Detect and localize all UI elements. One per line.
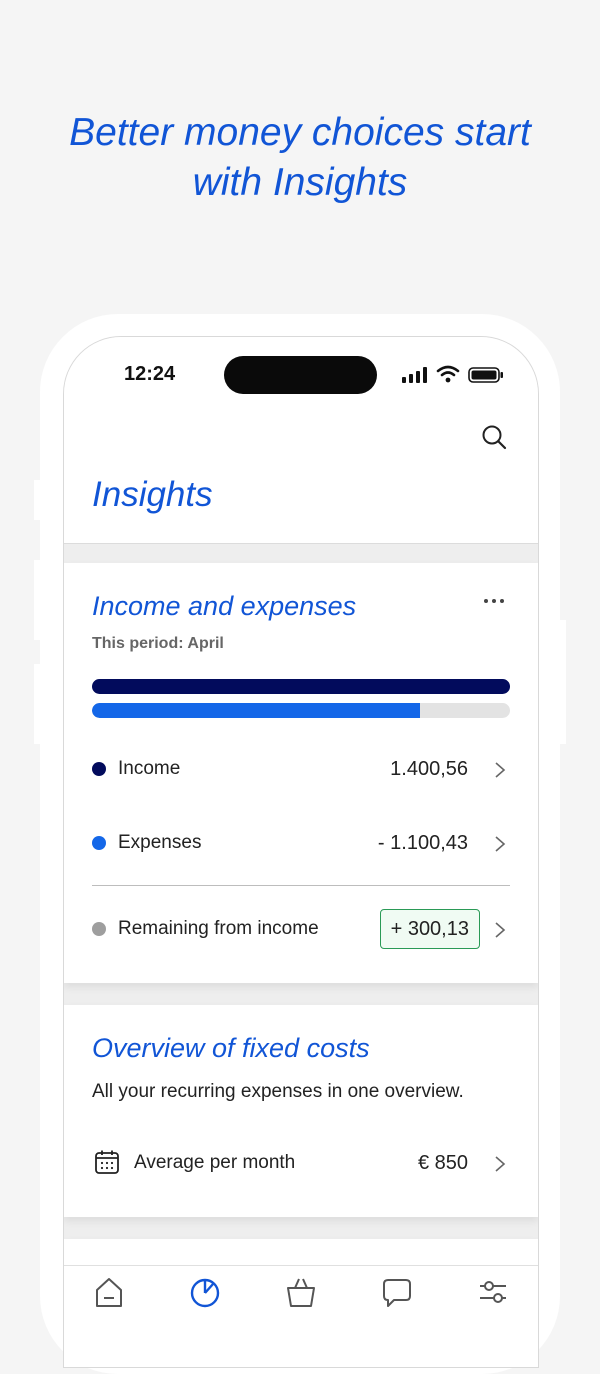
income-value: 1.400,56 (390, 758, 468, 780)
expenses-dot (92, 836, 106, 850)
average-per-month-row[interactable]: Average per month € 850 (92, 1143, 510, 1183)
chevron-right-icon (495, 836, 506, 852)
fixed-costs-card: Overview of fixed costs All your recurri… (64, 1005, 538, 1217)
phone-screen: 12:24 Insights Income and expenses This … (63, 336, 539, 1368)
income-label: Income (118, 758, 181, 779)
income-expenses-card: Income and expenses This period: April I… (64, 563, 538, 983)
header-area: 12:24 Insights (64, 337, 538, 544)
battery-icon (468, 367, 503, 383)
chevron-right-icon (495, 762, 506, 778)
home-icon[interactable] (92, 1274, 126, 1308)
average-label: Average per month (134, 1152, 296, 1173)
income-dot (92, 762, 106, 776)
wifi-icon (436, 365, 460, 383)
hero-headline: Better money choices start with Insights (0, 108, 600, 208)
expenses-bar-fill (92, 703, 421, 718)
page-title: Insights (92, 475, 213, 514)
income-expenses-title[interactable]: Income and expenses (92, 591, 356, 622)
remaining-dot (92, 922, 106, 936)
divider (92, 885, 510, 886)
remaining-row[interactable]: Remaining from income + 300,13 (92, 909, 510, 949)
headline-line-1: Better money choices start (69, 111, 531, 154)
insights-pie-icon[interactable] (188, 1274, 222, 1308)
expenses-bar-track (92, 703, 510, 718)
sliders-icon[interactable] (476, 1274, 510, 1308)
calendar-icon (95, 1150, 119, 1174)
signal-icon (402, 367, 427, 383)
chevron-right-icon (495, 1156, 506, 1172)
remaining-value-badge: + 300,13 (379, 909, 480, 949)
fixed-costs-subtitle: All your recurring expenses in one overv… (92, 1081, 464, 1102)
average-value: € 850 (417, 1152, 468, 1174)
income-bar (92, 679, 510, 694)
search-icon[interactable] (480, 423, 508, 451)
headline-line-2: with Insights (192, 161, 408, 204)
expenses-row[interactable]: Expenses - 1.100,43 (92, 823, 510, 863)
chevron-right-icon (495, 922, 506, 938)
chat-icon[interactable] (380, 1274, 414, 1308)
expenses-value: - 1.100,43 (377, 832, 468, 854)
income-row[interactable]: Income 1.400,56 (92, 749, 510, 789)
period-label: This period: April (92, 635, 224, 652)
expenses-label: Expenses (118, 832, 202, 853)
tab-bar (64, 1265, 538, 1367)
dynamic-island (224, 356, 377, 394)
fixed-costs-title[interactable]: Overview of fixed costs (92, 1033, 370, 1064)
remaining-label: Remaining from income (118, 918, 319, 939)
basket-icon[interactable] (284, 1274, 318, 1308)
status-time: 12:24 (124, 363, 176, 385)
more-icon[interactable] (482, 597, 506, 605)
